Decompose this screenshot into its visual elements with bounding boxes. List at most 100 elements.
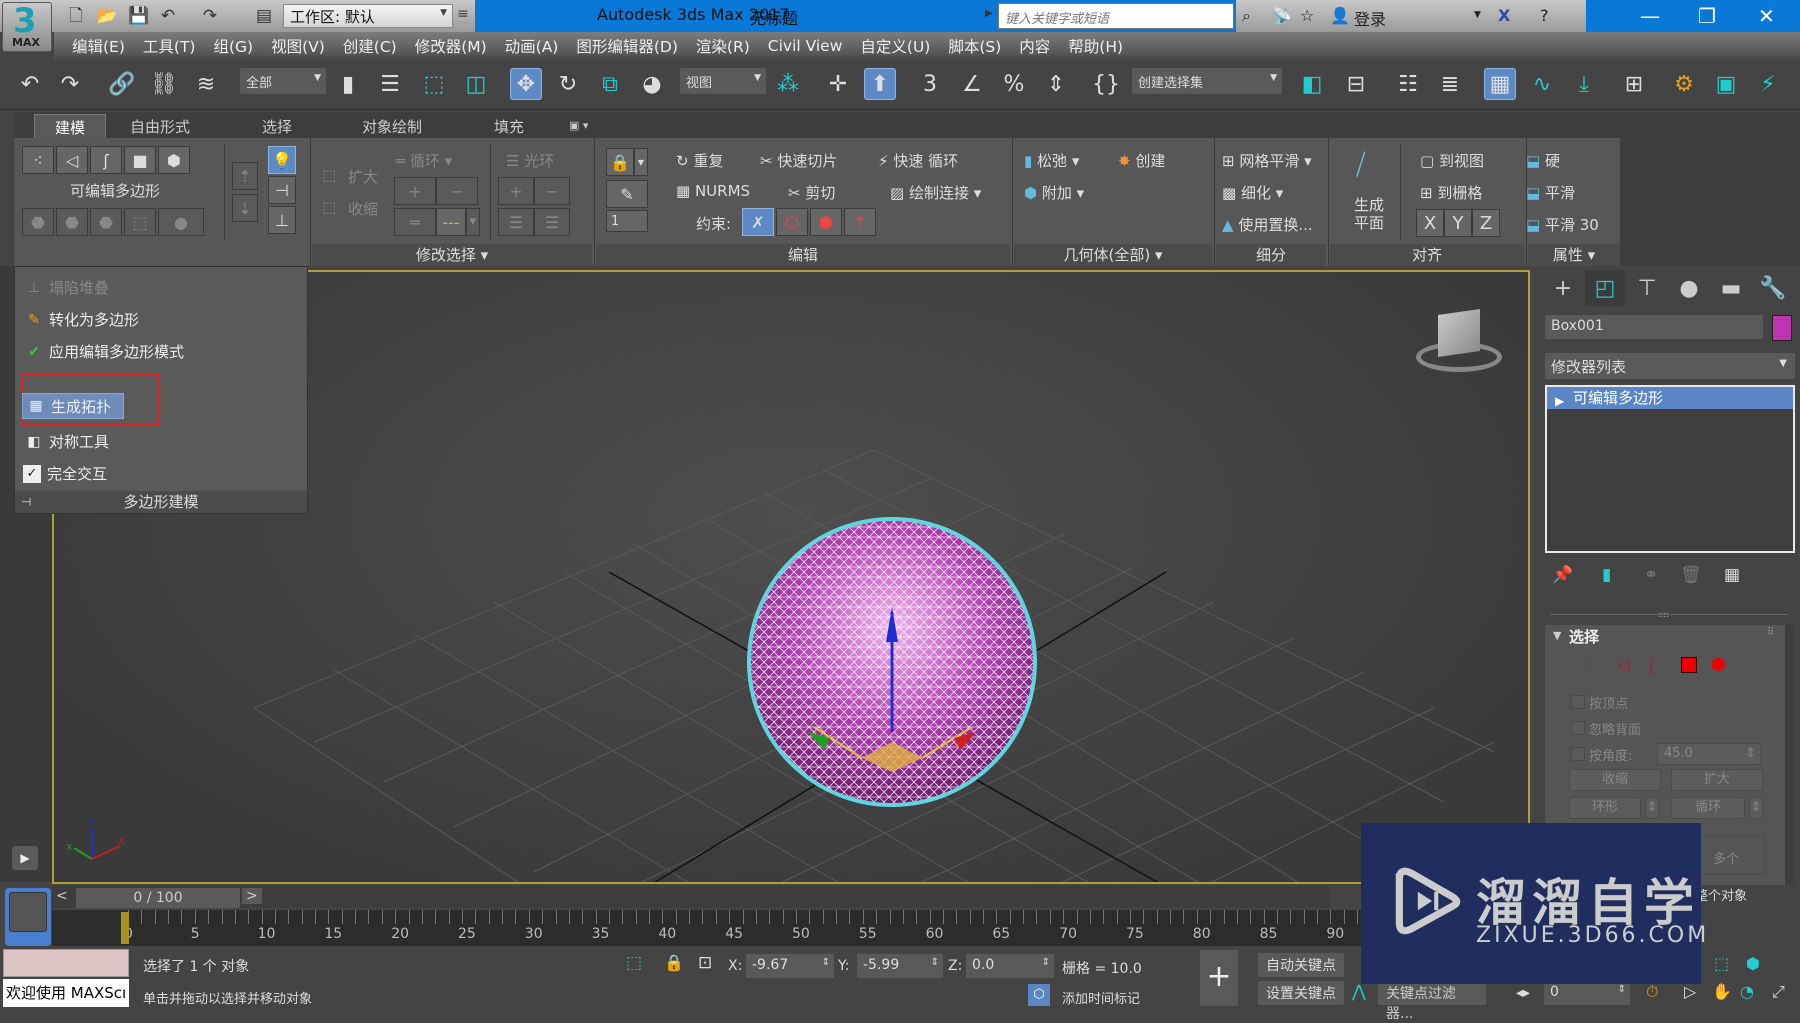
previous-modifier-icon[interactable]: ⇡	[232, 162, 258, 190]
select-place-icon[interactable]: ◕	[636, 68, 668, 100]
expand-viewport-layout-icon[interactable]: ▶	[12, 846, 38, 870]
redo-icon[interactable]: ↷	[200, 6, 220, 26]
meshsmooth-button[interactable]: ⊞ 网格平滑 ▾	[1222, 150, 1312, 171]
tab-freeform[interactable]: 自由形式	[130, 114, 190, 138]
resize-handle[interactable]: ::::	[1658, 610, 1678, 619]
auto-key-button[interactable]: 自动关键点	[1258, 953, 1344, 977]
ring-button[interactable]: ☰ 光环	[506, 150, 554, 171]
star-icon[interactable]: ☆	[1300, 6, 1314, 25]
ring-button[interactable]: 环形	[1569, 797, 1641, 819]
selection-lock-icon[interactable]: 🔒	[664, 953, 684, 972]
loop-button[interactable]: 循环	[1671, 797, 1745, 819]
app-menu-button[interactable]: 3 MAX	[2, 1, 52, 52]
object-name-input[interactable]: Box001	[1545, 315, 1763, 339]
exchange-icon[interactable]: X	[1498, 6, 1510, 25]
menu-tools[interactable]: 工具(T)	[143, 35, 196, 57]
align-footer[interactable]: 对齐	[1330, 244, 1524, 266]
search-input[interactable]: 键入关键字或短语	[998, 3, 1234, 29]
symmetry-tools-item[interactable]: ◧ 对称工具	[25, 431, 109, 452]
ignore-backfacing-icon[interactable]: ⬣	[22, 208, 54, 236]
pin-icon[interactable]: ⊣	[21, 491, 31, 513]
apply-edit-poly-mode-item[interactable]: ✔ 应用编辑多边形模式	[25, 341, 184, 362]
grow-button[interactable]: 扩大	[1671, 769, 1763, 791]
ignore-backfacing-checkbox[interactable]	[1571, 721, 1585, 735]
properties-footer[interactable]: 属性 ▾	[1528, 244, 1620, 266]
relax-button[interactable]: ▮ 松弛 ▾	[1024, 150, 1079, 171]
select-scale-icon[interactable]: ⧉	[594, 68, 626, 100]
edge-subobj-icon[interactable]: ◁	[1617, 655, 1629, 674]
viewcube-cube[interactable]	[1438, 309, 1480, 357]
save-icon[interactable]: 💾	[128, 6, 149, 26]
create-tab-icon[interactable]: +	[1543, 270, 1583, 306]
modify-tab-icon[interactable]: ◰	[1585, 270, 1625, 306]
tessellate-button[interactable]: ▩ 细化 ▾	[1222, 182, 1283, 203]
ring-grow-icon[interactable]: +	[498, 177, 534, 205]
collapse-stack-icon[interactable]: ⊥	[268, 206, 296, 234]
full-interactivity-item[interactable]: ✓ 完全交互	[23, 463, 107, 484]
customize-qat-icon[interactable]: ≡	[457, 6, 469, 22]
tab-selection[interactable]: 选择	[262, 114, 292, 138]
preserve-uvs-icon[interactable]: 🔒	[606, 148, 634, 176]
key-mode-icon[interactable]: ⋀	[1352, 982, 1366, 1002]
spinner-input[interactable]: 1	[606, 210, 648, 232]
preview-selection-icon[interactable]: ⬚	[124, 208, 156, 236]
paint-selection-icon[interactable]: ●	[158, 208, 204, 236]
smooth-button[interactable]: ⬓ 平滑	[1526, 182, 1575, 203]
ring-mode-icon[interactable]: ☰	[498, 208, 534, 236]
next-frame-icon[interactable]: >	[242, 888, 262, 904]
absolute-mode-icon[interactable]: ⊡	[698, 953, 712, 973]
rectangular-selection-icon[interactable]: ⬚	[418, 68, 450, 100]
polygon-subobj-icon[interactable]	[1681, 657, 1697, 673]
time-slider-knob[interactable]: 0 / 100	[76, 888, 240, 908]
ring-shrink-icon[interactable]: −	[534, 177, 570, 205]
use-displacement-button[interactable]: ▲ 使用置换...	[1222, 214, 1313, 235]
percent-snap-icon[interactable]: %	[998, 68, 1030, 100]
angle-snap-icon[interactable]: ∠	[956, 68, 988, 100]
time-slider-track[interactable]: < >	[52, 886, 1330, 908]
shrink-icon[interactable]: ⬚	[322, 198, 336, 216]
render-setup-icon[interactable]: ⚙	[1668, 68, 1700, 100]
ribbon-toggle-icon[interactable]: ▦	[1484, 68, 1516, 100]
minimize-icon[interactable]: —	[1640, 4, 1660, 28]
close-icon[interactable]: ✕	[1758, 4, 1775, 28]
angle-spinner[interactable]: 45.0 ⇕	[1657, 743, 1761, 765]
orbit-icon[interactable]: ◔	[1740, 982, 1754, 1001]
convert-to-poly-item[interactable]: ✎ 转化为多边形	[25, 309, 139, 330]
next-modifier-icon[interactable]: ⇣	[232, 194, 258, 222]
geometry-footer[interactable]: 几何体(全部) ▾	[1014, 244, 1212, 266]
edit-footer[interactable]: 编辑	[596, 244, 1010, 266]
tab-populate[interactable]: 填充	[494, 114, 524, 138]
restore-icon[interactable]: ❐	[1698, 4, 1716, 28]
reference-coordinate-dropdown[interactable]: 视图 ▼	[680, 68, 766, 94]
ring-spinner-icon[interactable]: ⇕	[1645, 797, 1659, 819]
select-object-icon[interactable]: ▮	[332, 68, 364, 100]
rollout-grip-icon[interactable]: ⠿	[1767, 627, 1774, 638]
menu-rendering[interactable]: 渲染(R)	[696, 35, 750, 57]
pivot-point-icon[interactable]: ⁂	[772, 68, 804, 100]
snaps-toggle-icon[interactable]: 3	[914, 68, 946, 100]
vertex-mode-icon[interactable]: ⁖	[22, 146, 54, 174]
soft-selection-icon[interactable]: ⬣	[90, 208, 122, 236]
shrink-button[interactable]: 收缩	[348, 198, 378, 219]
loop-spinner-icon[interactable]: ⇕	[1749, 797, 1763, 819]
mirror-icon[interactable]: ◧	[1296, 68, 1328, 100]
menu-edit[interactable]: 编辑(E)	[72, 35, 125, 57]
render-production-icon[interactable]: ⚡	[1752, 68, 1784, 100]
collapse-arrow-icon[interactable]: ▼	[1553, 629, 1561, 642]
timeline-ruler[interactable]: 051015202530354045505560657075808590	[52, 910, 1382, 946]
element-subobj-icon[interactable]: ⬢	[1711, 655, 1726, 675]
ring-all-icon[interactable]: ☰	[534, 208, 570, 236]
to-view-button[interactable]: ▢ 到视图	[1420, 150, 1484, 171]
x-coord-input[interactable]: -9.67 ⇕	[746, 954, 834, 978]
time-tag-icon[interactable]: ⬡	[1028, 984, 1050, 1006]
bind-spacewarp-icon[interactable]: ≋	[190, 68, 222, 100]
hierarchy-tab-icon[interactable]: ⊤	[1627, 270, 1667, 306]
constraint-face-icon[interactable]: ⬢	[810, 208, 842, 236]
menu-views[interactable]: 视图(V)	[271, 35, 325, 57]
new-file-icon[interactable]: 🗋	[66, 6, 86, 26]
link-icon[interactable]: 🔗	[106, 68, 138, 100]
isolate-selection-icon[interactable]: ⬚	[626, 953, 642, 973]
edit-named-selection-icon[interactable]: {}	[1090, 68, 1122, 100]
align-y-button[interactable]: Y	[1444, 209, 1472, 237]
set-key-button[interactable]: 设置关键点	[1258, 981, 1344, 1005]
